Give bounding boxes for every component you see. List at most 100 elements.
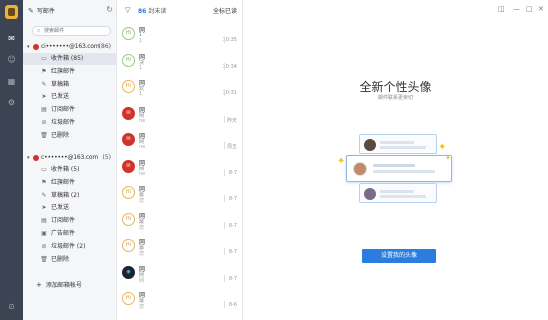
inbox-icon: ▭	[41, 166, 47, 173]
contact-avatar	[364, 139, 376, 151]
folder-item[interactable]: ⊘ 垃圾邮件	[23, 117, 117, 129]
divider	[224, 89, 225, 96]
divider	[224, 248, 225, 255]
divider	[224, 36, 225, 43]
message-time: 8-7	[228, 249, 237, 255]
folder-item[interactable]: ⚑ 红旗邮件	[23, 177, 117, 189]
mail-icon[interactable]: ✉	[6, 34, 17, 43]
search-box[interactable]: ⌕	[32, 26, 111, 36]
folder-item[interactable]: ▤ 订阅邮件	[23, 104, 117, 116]
spam-icon: ⊘	[41, 119, 47, 126]
account-header[interactable]: ▾ c•••••••@163.com (5)	[25, 153, 115, 163]
add-account-button[interactable]: + 添加邮箱帐号	[36, 280, 82, 289]
sender-avatar: Hi	[122, 27, 135, 40]
divider	[224, 115, 225, 123]
folder-item[interactable]: ▤ 订阅邮件	[23, 215, 117, 227]
maximize-icon[interactable]: □	[526, 5, 533, 13]
folder-label: 已发送	[51, 204, 70, 212]
folder-item[interactable]: ✎ 草稿箱 (2)	[23, 190, 117, 202]
flag-icon: ⚑	[41, 67, 47, 75]
nav-rail: ✉ ☺ ▦ ⚙ ⊙	[0, 0, 23, 320]
folder-item[interactable]: ➤ 已发送	[23, 202, 117, 214]
calendar-icon[interactable]: ▦	[6, 77, 17, 86]
divider	[224, 274, 225, 282]
settings-icon[interactable]: ⚙	[6, 98, 17, 107]
folder-label: 草稿箱	[51, 80, 70, 88]
message-time: 8-7	[228, 169, 237, 176]
message-preview: 1	[139, 64, 143, 71]
folder-item[interactable]: ⚑ 红旗邮件	[23, 66, 117, 78]
collapse-arrow-icon[interactable]: ▾	[27, 42, 30, 52]
mark-all-read-button[interactable]: 全标已读	[213, 6, 237, 15]
trash-icon: 🗑	[40, 131, 48, 139]
folder-item[interactable]: ▭ 收件箱 (5)	[23, 164, 117, 176]
card-line	[373, 164, 415, 167]
inbox-icon: ▭	[41, 55, 47, 62]
unread-label: 封未读	[148, 8, 167, 15]
list-header: ▽ 86 封未读 全标已读	[117, 0, 243, 20]
folder-label: 收件箱 (85)	[51, 55, 84, 62]
message-item[interactable]: ✉ 网网 ne 周五	[117, 129, 243, 153]
folder-label: 订阅邮件	[51, 106, 76, 114]
close-icon[interactable]: ✕	[538, 5, 544, 13]
folder-item[interactable]: ⊘ 垃圾邮件 (2)	[23, 241, 117, 253]
folder-label: 已删除	[51, 255, 70, 263]
sender-avatar: ✉	[122, 133, 135, 146]
help-icon[interactable]: ⊙	[6, 302, 17, 311]
folder-label: 广告邮件	[51, 230, 76, 237]
unread-number: 86	[138, 8, 147, 15]
message-item[interactable]: ✉ 网网 ne 昨天	[117, 103, 243, 127]
folder-label: 订阅邮件	[51, 217, 76, 225]
message-preview: 1	[139, 38, 143, 44]
compose-icon: ✎	[28, 7, 34, 15]
sparkle-icon: ✦	[337, 156, 346, 167]
set-avatar-button[interactable]: 设置我的头像	[362, 249, 436, 263]
message-item[interactable]: ✉ 网网 ne 8-7	[117, 156, 243, 180]
message-item[interactable]: Hi 网最您 8-7	[117, 209, 243, 233]
message-item[interactable]: Hi 网最您 8-7	[117, 182, 243, 206]
message-item[interactable]: Hi 网 1 1 10:35	[117, 23, 243, 47]
netease-account-icon	[33, 155, 39, 161]
folder-item[interactable]: 🗑 已删除	[23, 130, 117, 142]
account-header[interactable]: ▾ ci•••••••@163.com (86)	[25, 42, 115, 52]
refresh-icon[interactable]: ↻	[106, 5, 113, 14]
folder-label: 已发送	[51, 93, 70, 101]
compose-button[interactable]: ✎ 写邮件	[28, 6, 55, 15]
message-item[interactable]: ◉ 网网网 8-7	[117, 262, 243, 286]
folder-item[interactable]: ▣ 广告邮件	[23, 228, 117, 240]
message-item[interactable]: Hi 网决 1 10:34	[117, 50, 243, 74]
promo-subtitle: 邮件联系更亲切	[377, 95, 413, 101]
message-time: 8-6	[228, 302, 237, 308]
message-item[interactable]: Hi 网最您 8-7	[117, 235, 243, 259]
netease-account-icon	[33, 44, 39, 50]
divider	[224, 221, 225, 229]
message-item[interactable]: Hi 网最您 8-6	[117, 288, 243, 312]
spam-icon: ⊘	[41, 242, 47, 250]
contact-avatar	[364, 188, 376, 200]
contact-card	[359, 183, 437, 203]
divider	[224, 195, 225, 202]
message-time: 8-7	[228, 222, 237, 229]
sender-avatar: ◉	[122, 265, 135, 279]
folder-item[interactable]: 🗑 已删除	[23, 254, 117, 266]
search-input[interactable]	[44, 27, 108, 35]
divider	[224, 301, 225, 308]
collapse-arrow-icon[interactable]: ▾	[27, 153, 30, 163]
folder-item[interactable]: ➤ 已发送	[23, 91, 117, 103]
flag-icon: ⚑	[41, 178, 47, 186]
message-list-panel: ▽ 86 封未读 全标已读 Hi 网 1 1 10:35 Hi 网决 1 10:34 Hi 网欢 1 10…	[117, 0, 243, 320]
minimize-icon[interactable]: —	[513, 5, 520, 13]
contact-avatar	[353, 162, 367, 176]
filter-icon[interactable]: ▽	[125, 6, 130, 14]
sender-avatar: Hi	[122, 53, 135, 67]
folder-item[interactable]: ✎ 草稿箱	[23, 79, 117, 91]
sparkle-icon: ✦	[438, 142, 447, 153]
message-preview: ne	[139, 170, 146, 177]
split-view-icon[interactable]: ◫	[498, 5, 505, 13]
folder-item[interactable]: ▭ 收件箱 (85)	[23, 53, 117, 65]
sender-avatar: Hi	[122, 239, 135, 252]
message-item[interactable]: Hi 网欢 1 10:31	[117, 76, 243, 100]
account-unread-count: (86)	[98, 43, 111, 50]
message-time: 周五	[226, 144, 237, 150]
contacts-icon[interactable]: ☺	[6, 55, 17, 64]
